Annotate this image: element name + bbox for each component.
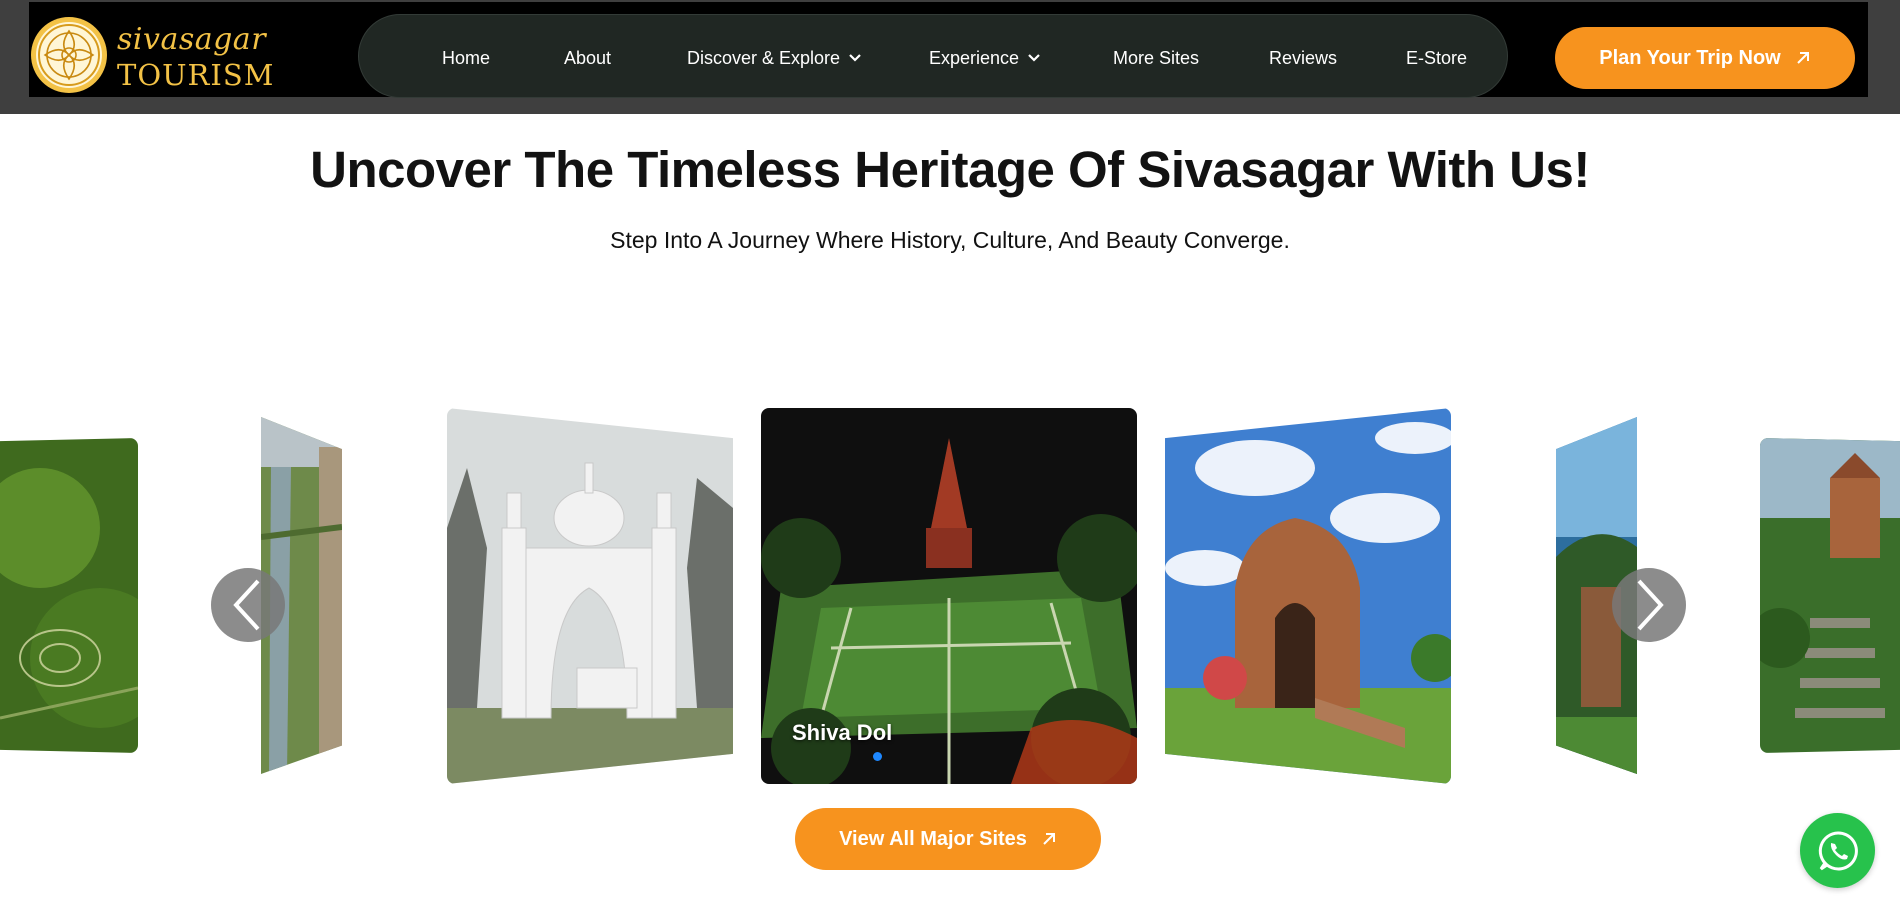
- arrow-up-right-icon: [1043, 833, 1055, 845]
- chevron-down-icon: [849, 54, 861, 62]
- whatsapp-icon: [1818, 830, 1858, 870]
- carousel-prev-button[interactable]: [211, 568, 285, 642]
- nav-discover-label: Discover & Explore: [687, 48, 841, 68]
- view-all-sites-button[interactable]: View All Major Sites: [795, 808, 1101, 870]
- view-all-sites-label: View All Major Sites: [839, 827, 1027, 850]
- logo-emblem-icon: [31, 17, 107, 93]
- carousel-next-button[interactable]: [1612, 568, 1686, 642]
- nav-reviews[interactable]: Reviews: [1269, 48, 1337, 68]
- nav-more-sites-label: More Sites: [1113, 48, 1200, 68]
- nav-experience-label: Experience: [929, 48, 1020, 68]
- nav-reviews-label: Reviews: [1269, 48, 1338, 68]
- nav-e-store-label: E-Store: [1406, 48, 1468, 68]
- logo-text-tourism: TOURISM: [117, 58, 275, 92]
- nav-home-label: Home: [442, 48, 491, 68]
- nav-discover-explore[interactable]: Discover & Explore: [687, 48, 862, 68]
- nav-about[interactable]: About: [564, 48, 611, 68]
- site-logo[interactable]: sivasagar TOURISM: [29, 12, 273, 98]
- slide-brick-temple-image[interactable]: [1165, 408, 1451, 784]
- page-title: Uncover The Timeless Heritage Of Sivasag…: [310, 141, 1590, 198]
- slide-temple-stairway-image[interactable]: [1760, 438, 1900, 753]
- whatsapp-chat-button[interactable]: [1800, 813, 1875, 888]
- carousel-pagination-dot[interactable]: [873, 752, 882, 761]
- nav-more-sites[interactable]: More Sites: [1113, 48, 1199, 68]
- plan-trip-label: Plan Your Trip Now: [1599, 46, 1781, 69]
- slide-aerial-park-image[interactable]: [0, 438, 138, 753]
- nav-experience[interactable]: Experience: [929, 48, 1041, 68]
- slide-caption: Shiva Dol: [792, 720, 893, 745]
- nav-e-store[interactable]: E-Store: [1406, 48, 1467, 68]
- page-subtitle: Step Into A Journey Where History, Cultu…: [610, 227, 1290, 253]
- arrow-up-right-icon: [1797, 52, 1809, 64]
- chevron-left-icon: [233, 579, 260, 631]
- slide-white-mosque-gate-image[interactable]: [447, 408, 733, 784]
- plan-trip-button[interactable]: Plan Your Trip Now: [1555, 27, 1855, 89]
- nav-home[interactable]: Home: [442, 48, 490, 68]
- logo-text-sivasagar: sivasagar: [117, 22, 267, 57]
- chevron-down-icon: [1028, 54, 1040, 62]
- nav-about-label: About: [564, 48, 612, 68]
- chevron-right-icon: [1637, 579, 1664, 631]
